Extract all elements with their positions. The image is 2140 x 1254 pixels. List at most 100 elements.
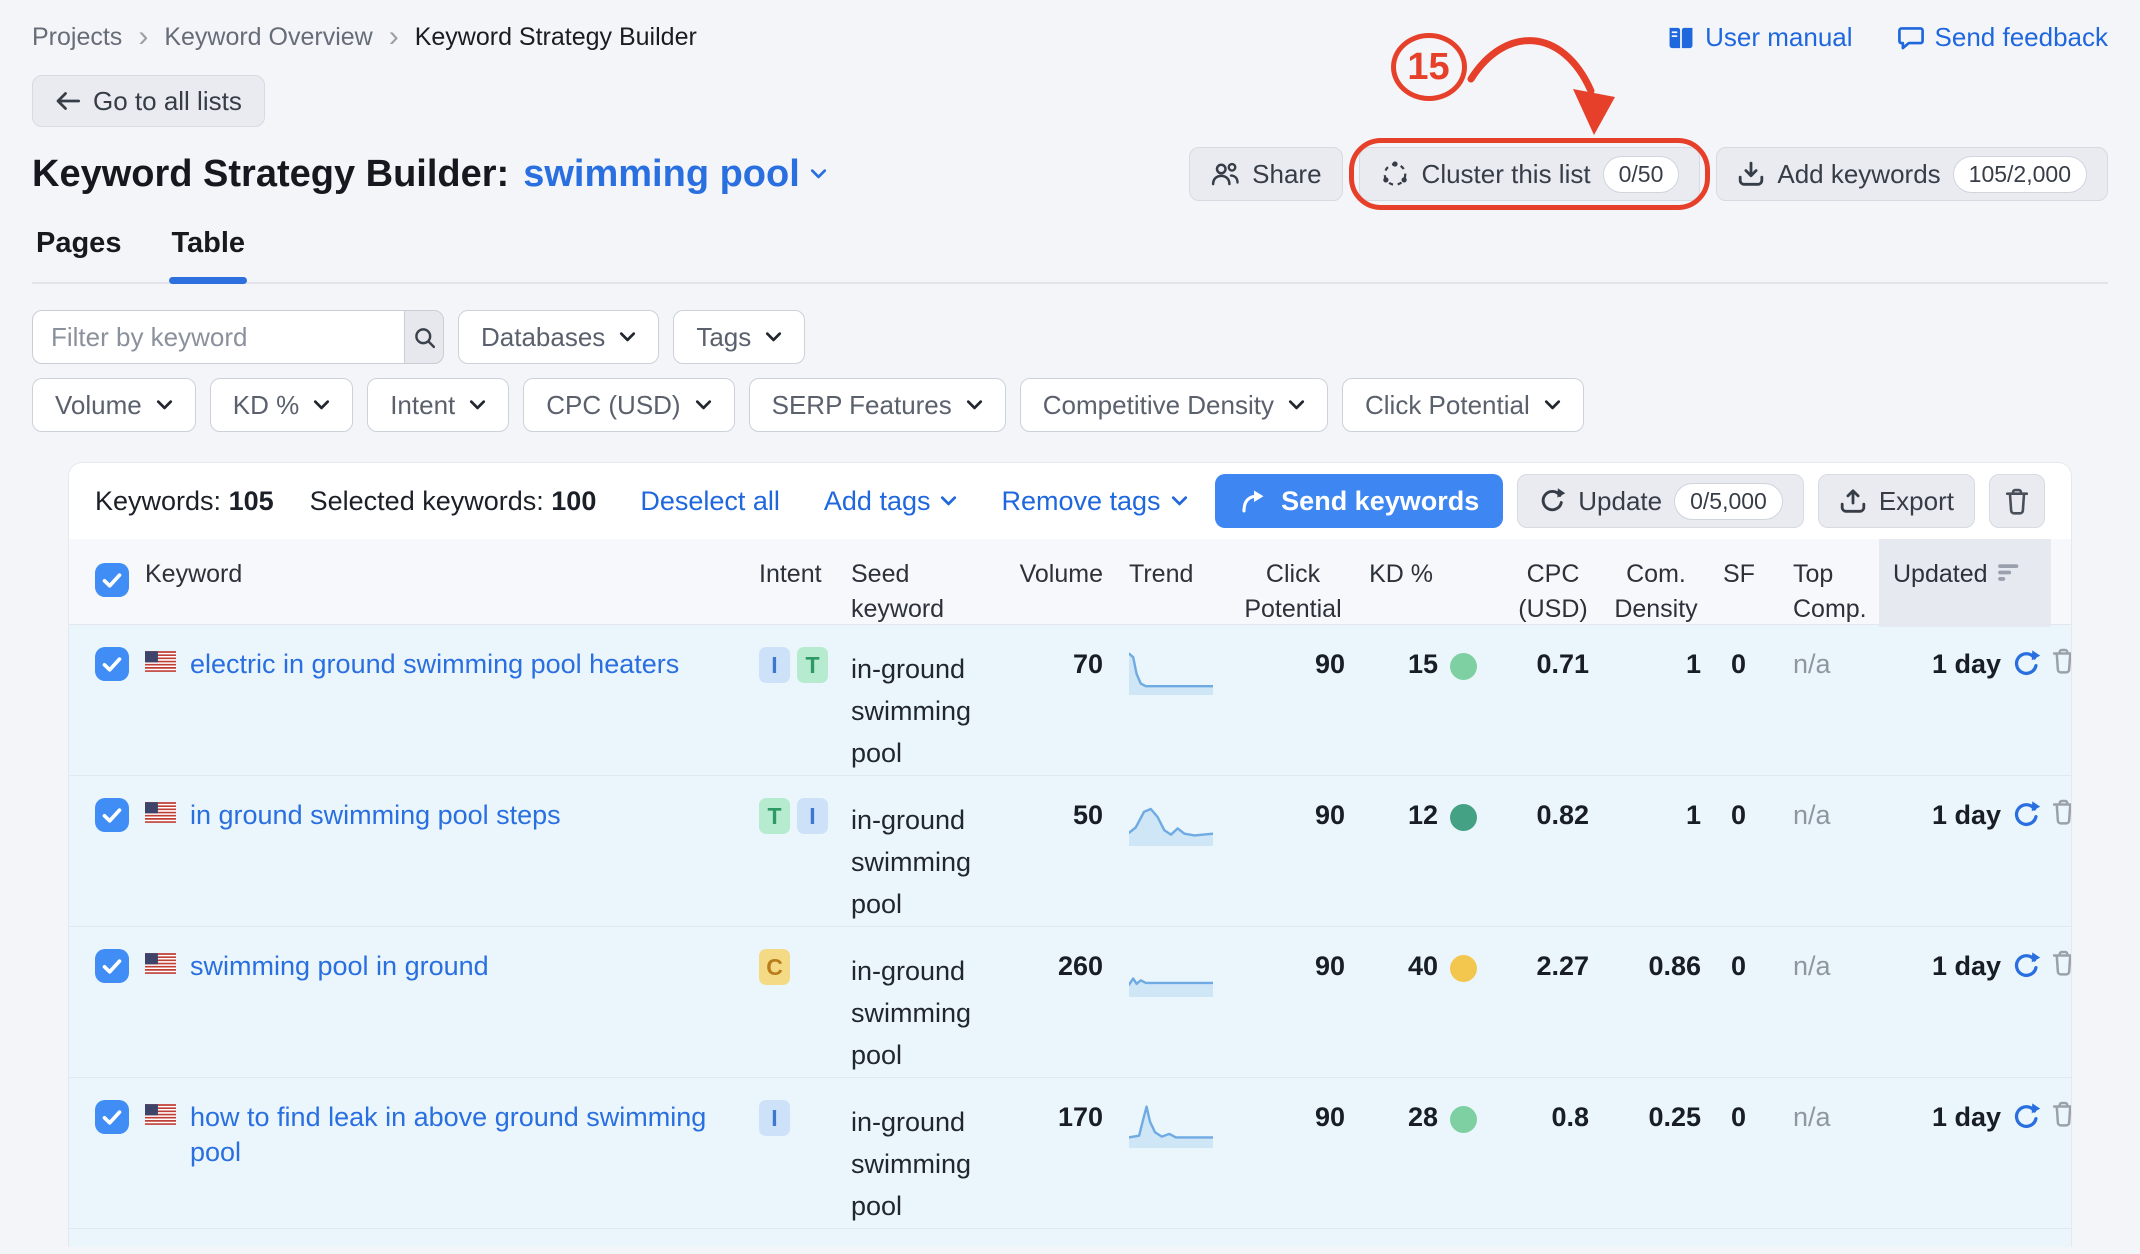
kd-value: 40 <box>1408 951 1438 982</box>
serp-features-value: 0 <box>1709 1078 1779 1228</box>
column-header-com-density[interactable]: Com. Density <box>1597 539 1709 627</box>
column-header-top-comp[interactable]: Top Comp. <box>1779 539 1879 627</box>
column-header-keyword[interactable]: Keyword <box>145 539 759 627</box>
intent-badge-informational: I <box>759 647 790 683</box>
table-row: how to find leak in above ground swimmin… <box>69 1078 2071 1229</box>
export-button[interactable]: Export <box>1818 474 1975 528</box>
trash-icon <box>2051 798 2072 826</box>
tab-table[interactable]: Table <box>169 227 247 282</box>
top-competitor-value: n/a <box>1779 625 1879 775</box>
column-header-volume[interactable]: Volume <box>1015 539 1111 627</box>
go-to-all-lists-button[interactable]: Go to all lists <box>32 75 265 127</box>
refresh-keyword-button[interactable] <box>2011 1102 2041 1132</box>
filter-volume[interactable]: Volume <box>32 378 196 432</box>
table-row: swimming pool in ground C in-ground swim… <box>69 927 2071 1078</box>
intent-badges: I <box>759 1078 851 1228</box>
filter-label: Intent <box>390 390 455 421</box>
keyword-link[interactable]: how to find leak in above ground swimmin… <box>190 1100 759 1170</box>
filter-kd[interactable]: KD % <box>210 378 353 432</box>
column-header-intent[interactable]: Intent <box>759 539 851 627</box>
list-name-label: swimming pool <box>523 153 800 196</box>
column-header-click-potential[interactable]: Click Potential <box>1241 539 1353 627</box>
filter-serp-features[interactable]: SERP Features <box>749 378 1006 432</box>
delete-keyword-button[interactable] <box>2051 798 2072 826</box>
row-checkbox[interactable] <box>95 1100 129 1134</box>
refresh-keyword-button[interactable] <box>2011 800 2041 830</box>
kd-value: 28 <box>1408 1102 1438 1133</box>
intent-badge-informational: I <box>759 1100 790 1136</box>
filter-label: Databases <box>481 322 605 353</box>
column-header-seed-keyword[interactable]: Seed keyword <box>851 539 1015 627</box>
filter-cpc-usd[interactable]: CPC (USD) <box>523 378 734 432</box>
keyword-link[interactable]: electric in ground swimming pool heaters <box>190 647 679 682</box>
update-button[interactable]: Update 0/5,000 <box>1517 474 1804 528</box>
competitive-density-value: 1 <box>1597 625 1709 775</box>
list-name-dropdown[interactable]: swimming pool <box>523 153 827 196</box>
keyword-link[interactable]: swimming pool in ground <box>190 949 489 984</box>
delete-keyword-button[interactable] <box>2051 647 2072 675</box>
send-keywords-button[interactable]: Send keywords <box>1215 474 1503 528</box>
row-checkbox[interactable] <box>95 647 129 681</box>
filter-competitive-density[interactable]: Competitive Density <box>1020 378 1328 432</box>
select-all-checkbox[interactable] <box>95 563 129 597</box>
export-label: Export <box>1879 486 1954 517</box>
column-header-cpc[interactable]: CPC (USD) <box>1479 539 1597 627</box>
breadcrumb-separator-icon: › <box>138 22 148 52</box>
serp-features-value: 0 <box>1709 776 1779 926</box>
volume-value: 50 <box>1015 776 1111 926</box>
column-header-trend[interactable]: Trend <box>1111 539 1241 627</box>
add-tags-button[interactable]: Add tags <box>824 486 958 517</box>
filter-tags[interactable]: Tags <box>673 310 805 364</box>
check-icon <box>102 572 122 589</box>
column-header-updated[interactable]: Updated <box>1879 539 2051 627</box>
help-links: User manual Send feedback <box>1667 22 2108 53</box>
send-feedback-link[interactable]: Send feedback <box>1897 22 2108 53</box>
filter-intent[interactable]: Intent <box>367 378 509 432</box>
column-header-kd[interactable]: KD % <box>1353 539 1479 627</box>
kd-indicator-dot <box>1450 955 1477 982</box>
share-button[interactable]: Share <box>1189 147 1342 201</box>
breadcrumb-item-projects[interactable]: Projects <box>32 23 122 52</box>
cluster-this-list-button[interactable]: Cluster this list 0/50 <box>1359 147 1701 201</box>
breadcrumb-item-keyword-overview[interactable]: Keyword Overview <box>164 23 372 52</box>
column-header-sf[interactable]: SF <box>1709 539 1779 627</box>
page-title: Keyword Strategy Builder: swimming pool <box>32 153 827 196</box>
row-checkbox[interactable] <box>95 949 129 983</box>
filter-label: KD % <box>233 390 299 421</box>
volume-value: 70 <box>1015 625 1111 775</box>
trash-icon <box>2004 487 2030 516</box>
chevron-down-icon <box>765 332 782 343</box>
refresh-icon <box>2011 951 2041 981</box>
deselect-all-button[interactable]: Deselect all <box>640 486 780 517</box>
filter-click-potential[interactable]: Click Potential <box>1342 378 1584 432</box>
top-competitor-value: n/a <box>1779 776 1879 926</box>
tab-pages[interactable]: Pages <box>34 227 123 282</box>
kd-indicator-dot <box>1450 653 1477 680</box>
updated-value: 1 day <box>1932 649 2001 680</box>
remove-tags-button[interactable]: Remove tags <box>1001 486 1187 517</box>
keyword-filter-search <box>32 310 444 364</box>
add-keywords-button[interactable]: Add keywords 105/2,000 <box>1716 147 2108 201</box>
refresh-keyword-button[interactable] <box>2011 951 2041 981</box>
seed-keyword: in-ground swimming pool <box>851 927 1015 1077</box>
search-button[interactable] <box>404 310 444 364</box>
chevron-down-icon <box>469 400 486 411</box>
delete-keyword-button[interactable] <box>2051 1100 2072 1128</box>
send-arrow-icon <box>1239 489 1269 514</box>
updated-value: 1 day <box>1932 800 2001 831</box>
cpc-value: 0.8 <box>1479 1078 1597 1228</box>
delete-keyword-button[interactable] <box>2051 949 2072 977</box>
intent-badges: IT <box>759 625 851 775</box>
search-input[interactable] <box>32 310 404 364</box>
delete-selected-button[interactable] <box>1989 474 2045 528</box>
add-keywords-count-badge: 105/2,000 <box>1953 156 2087 193</box>
row-checkbox[interactable] <box>95 798 129 832</box>
refresh-keyword-button[interactable] <box>2011 649 2041 679</box>
user-manual-link[interactable]: User manual <box>1667 22 1852 53</box>
chevron-down-icon <box>156 400 173 411</box>
search-icon <box>411 324 438 351</box>
filter-databases[interactable]: Databases <box>458 310 659 364</box>
keyword-link[interactable]: in ground swimming pool steps <box>190 798 561 833</box>
send-feedback-label: Send feedback <box>1935 22 2108 53</box>
page-title-text: Keyword Strategy Builder: <box>32 153 509 196</box>
